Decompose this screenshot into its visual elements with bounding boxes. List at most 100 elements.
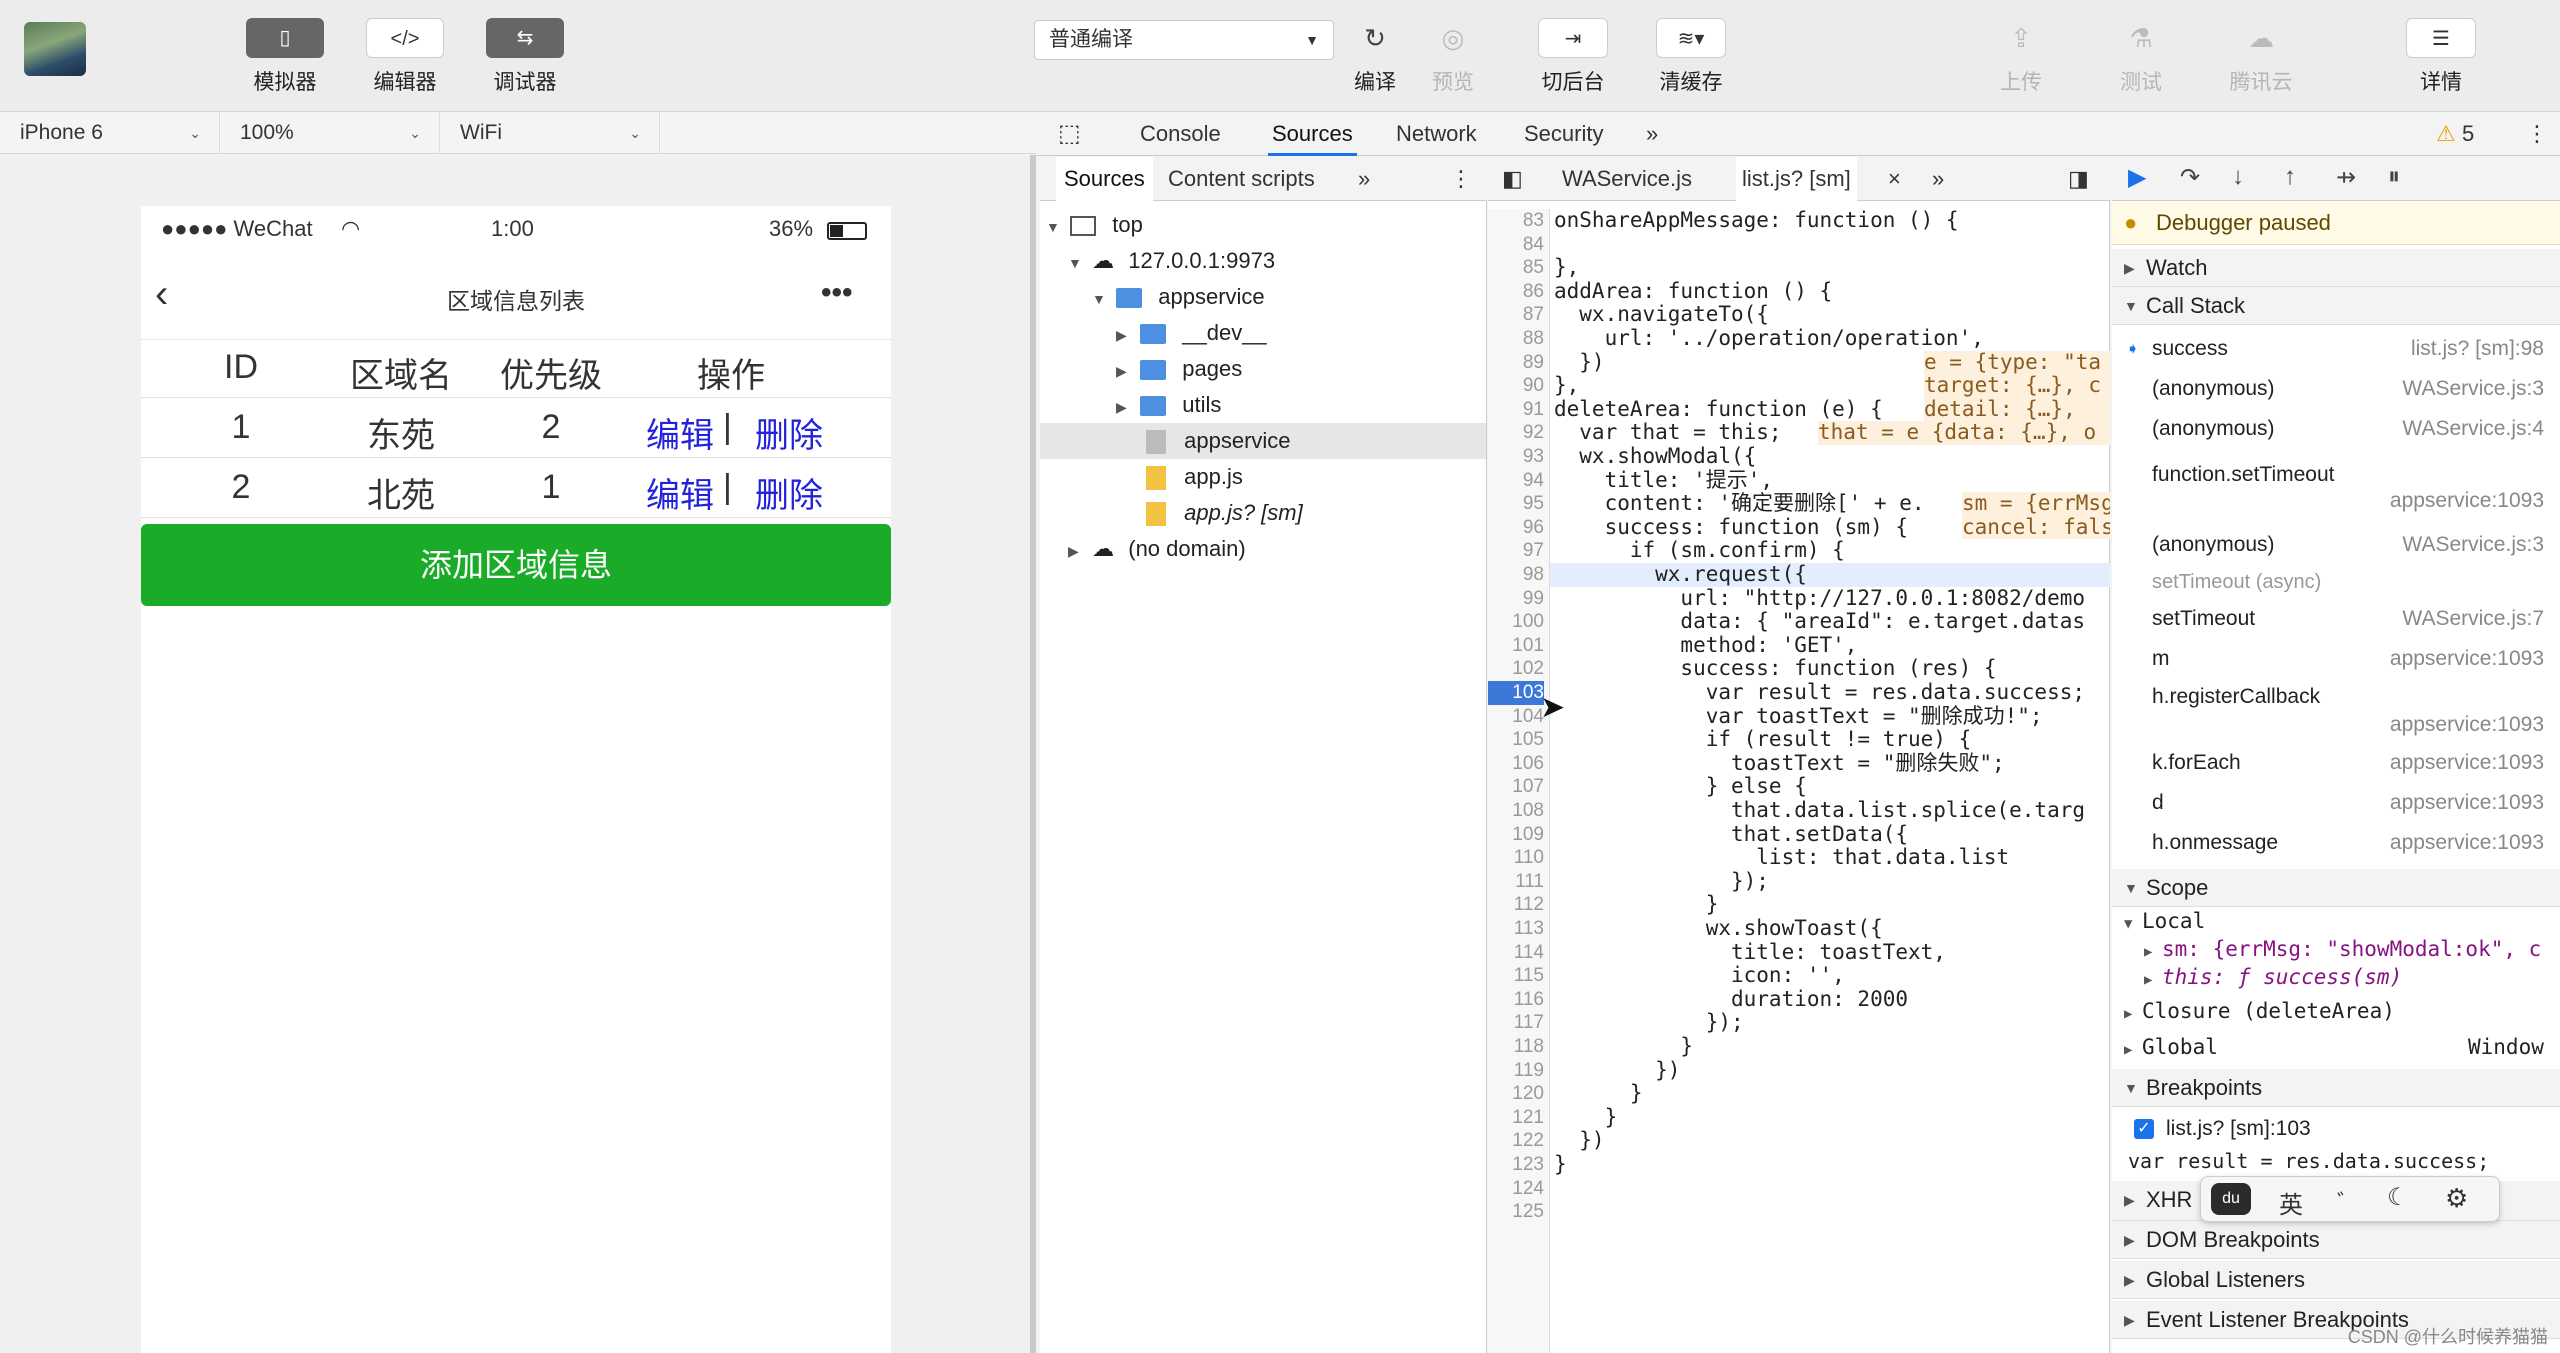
triangle-down-icon: ▼ <box>2124 916 2133 932</box>
more-tabs-icon[interactable]: » <box>1358 157 1370 201</box>
kebab-menu-icon[interactable]: ⋮ <box>1450 157 1472 201</box>
triangle-right-icon: ▶ <box>2124 260 2135 276</box>
tree-item-host[interactable]: ▼ ☁ 127.0.0.1:9973 <box>1068 243 1275 279</box>
code-line: if (result != true) { <box>1554 727 1972 752</box>
tree-item-dev[interactable]: ▶ __dev__ <box>1116 315 1267 351</box>
tree-item-appservice-file[interactable]: appservice <box>1040 423 1486 459</box>
triangle-down-icon: ▼ <box>2124 880 2138 896</box>
breakpoint-item[interactable]: ✓ list.js? [sm]:103 <box>2134 1117 2311 1141</box>
section-breakpoints[interactable]: ▼ Breakpoints <box>2112 1069 2560 1107</box>
section-dom-breakpoints[interactable]: ▶ DOM Breakpoints <box>2112 1221 2560 1259</box>
call-frame[interactable]: m appservice:1093 <box>2112 647 2560 683</box>
pause-on-exceptions-icon[interactable]: ⏸ <box>2388 163 2400 191</box>
add-area-button[interactable]: 添加区域信息 <box>141 524 891 606</box>
step-into-icon[interactable]: ↓ <box>2232 163 2244 191</box>
upload-button[interactable]: ⇪ 上传 <box>1966 18 2076 96</box>
more-icon[interactable]: ••• <box>821 276 853 310</box>
section-scope[interactable]: ▼ Scope <box>2112 869 2560 907</box>
tree-item-app-js[interactable]: app.js <box>1146 459 1243 495</box>
scope-var-this[interactable]: ▶ this: ƒ success(sm) <box>2144 965 2402 989</box>
call-frame[interactable]: h.registerCallback appservice:1093 <box>2112 685 2560 745</box>
tab-sources-files[interactable]: Sources <box>1056 157 1153 201</box>
scope-global[interactable]: ▶ Global <box>2124 1035 2218 1059</box>
test-button[interactable]: ⚗ 测试 <box>2086 18 2196 96</box>
tree-item-utils[interactable]: ▶ utils <box>1116 387 1221 423</box>
ime-toolbar: du 英 ゛ ☾ ⚙ <box>2200 1176 2500 1222</box>
deactivate-breakpoints-icon[interactable]: ⇸ <box>2336 163 2356 192</box>
call-frame[interactable]: (anonymous) WAService.js:3 <box>2112 533 2560 569</box>
warning-icon[interactable]: ⚠ <box>2436 112 2456 156</box>
debugger-button[interactable]: ⇆ 调试器 <box>470 18 580 96</box>
close-icon[interactable]: × <box>1888 157 1901 201</box>
tree-item-pages[interactable]: ▶ pages <box>1116 351 1242 387</box>
tab-content-scripts[interactable]: Content scripts <box>1168 157 1315 201</box>
code-line: success: function (res) { <box>1554 656 1997 681</box>
call-frame[interactable]: ➧ success list.js? [sm]:98 <box>2112 337 2560 373</box>
tab-security[interactable]: Security <box>1524 112 1603 156</box>
tab-waservice-js[interactable]: WAService.js <box>1562 157 1692 201</box>
step-out-icon[interactable]: ↑ <box>2284 163 2296 191</box>
network-select[interactable]: WiFi ⌄ <box>440 112 660 154</box>
section-global-listeners[interactable]: ▶ Global Listeners <box>2112 1261 2560 1299</box>
tree-item-no-domain[interactable]: ▶ ☁ (no domain) <box>1068 531 1246 567</box>
code-line: } <box>1554 1152 1567 1176</box>
section-call-stack[interactable]: ▼ Call Stack <box>2112 287 2560 325</box>
kebab-menu-icon[interactable]: ⋮ <box>2526 112 2548 156</box>
file-icon <box>1146 502 1166 527</box>
background-button[interactable]: ⇥ 切后台 <box>1518 18 1628 96</box>
tree-item-top[interactable]: ▼ top <box>1046 207 1143 243</box>
editor-button[interactable]: </> 编辑器 <box>350 18 460 96</box>
code-line: if (sm.confirm) { <box>1554 538 1845 563</box>
call-frame[interactable]: (anonymous) WAService.js:3 <box>2112 377 2560 413</box>
checkbox-checked-icon[interactable]: ✓ <box>2134 1119 2154 1140</box>
section-watch[interactable]: ▶ Watch <box>2112 249 2560 287</box>
code-lines[interactable]: onShareAppMessage: function () { }, addA… <box>1488 208 2110 1353</box>
call-frame[interactable]: d appservice:1093 <box>2112 791 2560 827</box>
ime-punctuation-toggle[interactable]: ゛ <box>2337 1185 2359 1217</box>
tab-list-js[interactable]: list.js? [sm] <box>1736 157 1857 201</box>
devtools-tabbar: ⬚ Console Sources Network Security » ⚠ 5… <box>1036 112 2560 156</box>
tab-sources[interactable]: Sources <box>1268 112 1357 156</box>
tab-network[interactable]: Network <box>1396 112 1477 156</box>
triangle-right-icon: ▶ <box>2124 1006 2133 1022</box>
edit-link[interactable]: 编辑 <box>646 468 714 517</box>
zoom-select[interactable]: 100% ⌄ <box>220 112 440 154</box>
code-line: icon: '', <box>1554 963 1845 988</box>
call-frame[interactable]: h.onmessage appservice:1093 <box>2112 831 2560 867</box>
baidu-ime-icon[interactable]: du <box>2211 1183 2251 1215</box>
code-line: }) <box>1554 1128 1605 1153</box>
ime-language-toggle[interactable]: 英 <box>2279 1185 2303 1220</box>
call-frame[interactable]: k.forEach appservice:1093 <box>2112 751 2560 787</box>
table-row: 1 东苑 2 编辑 | 删除 <box>141 402 891 458</box>
details-button[interactable]: ☰ 详情 <box>2386 18 2496 96</box>
delete-link[interactable]: 删除 <box>755 468 823 517</box>
call-frame[interactable]: setTimeout WAService.js:7 <box>2112 607 2560 643</box>
preview-button[interactable]: ◎ 预览 <box>1398 18 1508 96</box>
clear-cache-button[interactable]: ≋▾ 清缓存 <box>1636 18 1746 96</box>
paused-code-line: wx.request({ <box>1550 562 2110 587</box>
resume-icon[interactable]: ▶ <box>2128 163 2146 192</box>
device-select[interactable]: iPhone 6 ⌄ <box>0 112 220 154</box>
compile-mode-select[interactable]: 普通编译 ▼ <box>1034 20 1334 60</box>
edit-link[interactable]: 编辑 <box>646 408 714 457</box>
tencent-cloud-button[interactable]: ☁ 腾讯云 <box>2206 18 2316 96</box>
inspect-element-icon[interactable]: ⬚ <box>1058 112 1081 156</box>
scope-local[interactable]: ▼ Local <box>2124 909 2205 933</box>
user-avatar[interactable] <box>24 22 86 76</box>
tree-item-app-js-sm[interactable]: app.js? [sm] <box>1146 495 1303 531</box>
gear-icon[interactable]: ⚙ <box>2445 1183 2468 1214</box>
scope-closure[interactable]: ▶ Closure (deleteArea) <box>2124 999 2395 1023</box>
call-frame[interactable]: function.setTimeout appservice:1093 <box>2112 463 2560 519</box>
tab-console[interactable]: Console <box>1140 112 1221 156</box>
more-tabs-icon[interactable]: » <box>1646 112 1658 156</box>
toggle-navigator-icon[interactable]: ◧ <box>1502 157 1523 201</box>
delete-link[interactable]: 删除 <box>755 408 823 457</box>
tree-item-appservice-folder[interactable]: ▼ appservice <box>1092 279 1265 315</box>
toggle-debugger-icon[interactable]: ◨ <box>2068 157 2089 201</box>
step-over-icon[interactable]: ↷ <box>2180 163 2200 192</box>
scope-var-sm[interactable]: ▶ sm: {errMsg: "showModal:ok", c <box>2144 937 2554 961</box>
moon-icon[interactable]: ☾ <box>2387 1183 2409 1212</box>
more-tabs-icon[interactable]: » <box>1932 157 1944 201</box>
simulator-button[interactable]: ▯ 模拟器 <box>230 18 340 96</box>
call-frame[interactable]: (anonymous) WAService.js:4 <box>2112 417 2560 453</box>
